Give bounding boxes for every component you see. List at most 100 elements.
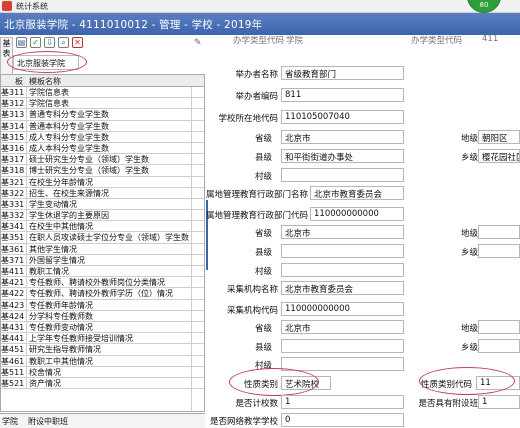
template-row[interactable]: 基521 资产情况	[1, 377, 204, 390]
township-field[interactable]: 樱花园社区居委会	[478, 149, 520, 163]
window-title: 统计系统	[16, 2, 48, 11]
template-name: 招生、在校生来源情况	[29, 188, 109, 198]
template-code: 基461	[1, 355, 27, 366]
check-icon[interactable]: ✓	[30, 37, 41, 48]
pin-icon[interactable]: ✎	[194, 38, 204, 48]
template-row[interactable]: 基311 学院信息表	[1, 87, 204, 99]
import-icon[interactable]: ⇩	[44, 37, 55, 48]
school-area-code-field[interactable]: 110105007040	[281, 110, 404, 124]
template-code: 基312	[1, 98, 27, 109]
template-row[interactable]: 基318 博士研究生分专业（领域）学生数	[1, 165, 204, 177]
school-type-value: 学院	[286, 36, 304, 46]
template-row[interactable]: 基422 专任教师、聘请校外教师学历（位）情况	[1, 288, 204, 300]
template-row[interactable]: 基511 校舍情况	[1, 366, 204, 378]
template-row[interactable]: 基341 在校生中其他情况	[1, 221, 204, 233]
app-icon	[2, 1, 12, 11]
template-row[interactable]: 基312 学院信息表	[1, 98, 204, 110]
template-row[interactable]: 基424 分学科专任教师数	[1, 310, 204, 322]
province-field[interactable]: 北京市	[281, 130, 404, 144]
template-row[interactable]: 基421 专任教师、聘请校外教师岗位分类情况	[1, 277, 204, 289]
collect-county-field[interactable]	[281, 339, 404, 353]
search-icon[interactable]: ⌕	[58, 37, 69, 48]
school-type-code-label: 办学类型代码	[232, 36, 284, 46]
dept-village-label: 村级	[254, 267, 272, 277]
template-name: 学生变动情况	[29, 199, 77, 209]
template-name: 分学科专任教师数	[29, 311, 93, 321]
collect-city-label: 地级	[460, 324, 478, 334]
template-name: 校舍情况	[29, 367, 61, 377]
template-code: 基431	[1, 321, 27, 333]
template-row[interactable]: 基361 其他学生情况	[1, 243, 204, 255]
open-icon[interactable]: ▤	[16, 37, 27, 48]
county-field[interactable]: 和平街街道办事处	[281, 149, 404, 163]
template-name: 博士研究生分专业（领域）学生数	[29, 166, 149, 176]
tab-college[interactable]: 学院	[2, 416, 18, 427]
template-row[interactable]: 基316 成人本科分专业学生数	[1, 142, 204, 155]
template-row[interactable]: 基451 研究生指导教师情况	[1, 344, 204, 356]
collect-province-field[interactable]: 北京市	[281, 320, 404, 334]
tab-secondary-class[interactable]: 附设中职班	[28, 416, 68, 427]
status-badge[interactable]: 80	[467, 0, 501, 13]
template-row[interactable]: 基315 成人专科分专业学生数	[1, 131, 204, 143]
template-code: 基331	[1, 198, 27, 210]
dept-county-field[interactable]	[281, 244, 404, 258]
dept-province-field[interactable]: 北京市	[281, 225, 404, 239]
template-name: 专任教师、聘请校外教师学历（位）情况	[29, 289, 173, 299]
template-list: 板 模板名称 基311 学院信息表 基312 学院信息表 基313 普通专科分专业学生数基…	[0, 74, 205, 412]
delete-icon[interactable]: ✕	[72, 37, 83, 48]
template-name: 外国留学生情况	[29, 255, 85, 265]
sponsor-name-field[interactable]: 省级教育部门	[281, 66, 404, 80]
dept-name-field[interactable]: 北京市教育委员会	[310, 186, 404, 200]
template-name: 学院信息表	[29, 88, 69, 97]
template-row[interactable]: 基423 专任教师年龄情况	[1, 299, 204, 311]
template-name: 学院信息表	[29, 99, 69, 109]
network-school-field[interactable]: 0	[281, 413, 404, 427]
collect-city-field[interactable]	[478, 320, 520, 334]
dept-township-label: 乡级	[460, 248, 478, 258]
dept-code-field[interactable]: 110000000000	[310, 207, 404, 221]
collect-township-field[interactable]	[478, 339, 520, 353]
template-name: 资产情况	[29, 378, 61, 388]
dept-township-field[interactable]	[478, 244, 520, 258]
template-name: 在校生分年龄情况	[29, 177, 93, 187]
has-branch-label: 是否具有附设班	[418, 399, 478, 409]
template-code: 基341	[1, 221, 27, 232]
collect-village-field[interactable]	[281, 357, 404, 371]
template-row[interactable]: 基332 学生休退学的主要原因	[1, 210, 204, 222]
collect-name-field[interactable]: 北京市教育委员会	[281, 281, 404, 295]
template-row[interactable]: 基461 教职工中其他情况	[1, 355, 204, 367]
has-branch-field[interactable]: 1	[478, 395, 520, 409]
dept-county-label: 县级	[254, 248, 272, 258]
template-row[interactable]: 基331 学生变动情况	[1, 198, 204, 211]
province-label: 省级	[254, 134, 272, 144]
dept-village-field[interactable]	[281, 263, 404, 277]
branch-count-field[interactable]: 1	[281, 395, 404, 409]
template-code: 基441	[1, 333, 27, 344]
template-row[interactable]: 基322 招生、在校生来源情况	[1, 187, 204, 199]
collect-name-label: 采集机构名称	[226, 285, 278, 295]
template-row[interactable]: 基314 普通本科分专业学生数	[1, 120, 204, 132]
template-row[interactable]: 基411 教职工情况	[1, 266, 204, 278]
city-label: 地级	[460, 134, 478, 144]
template-row[interactable]: 基317 硕士研究生分专业（领域）学生数	[1, 154, 204, 166]
template-row[interactable]: 基313 普通专科分专业学生数	[1, 109, 204, 121]
header-bar: 北京服装学院 - 4111010012 - 管理 - 学校 - 2019年	[0, 13, 520, 35]
template-name: 成人专科分专业学生数	[29, 132, 109, 142]
template-name: 学生休退学的主要原因	[29, 211, 109, 221]
template-row[interactable]: 基441 上学年专任教师接受培训情况	[1, 333, 204, 345]
dept-city-field[interactable]	[478, 225, 520, 239]
template-rows: 基311 学院信息表 基312 学院信息表 基313 普通专科分专业学生数 基314 普通本科…	[1, 87, 204, 390]
county-label: 县级	[254, 153, 272, 163]
sponsor-code-field[interactable]: 811	[281, 88, 404, 102]
village-field[interactable]	[281, 168, 404, 182]
page-title: 北京服装学院 - 4111010012 - 管理 - 学校 - 2019年	[4, 19, 263, 31]
collect-county-label: 县级	[254, 343, 272, 353]
template-code: 基332	[1, 210, 27, 221]
template-row[interactable]: 基431 专任教师变动情况	[1, 321, 204, 334]
template-code: 基422	[1, 288, 27, 299]
city-field[interactable]: 朝阳区	[478, 130, 520, 144]
template-row[interactable]: 基351 在职人员攻读硕士学位分专业（领域）学生数	[1, 232, 204, 244]
collect-code-field[interactable]: 110000000000	[281, 302, 404, 316]
template-row[interactable]: 基371 外国留学生情况	[1, 254, 204, 266]
template-row[interactable]: 基321 在校生分年龄情况	[1, 176, 204, 188]
